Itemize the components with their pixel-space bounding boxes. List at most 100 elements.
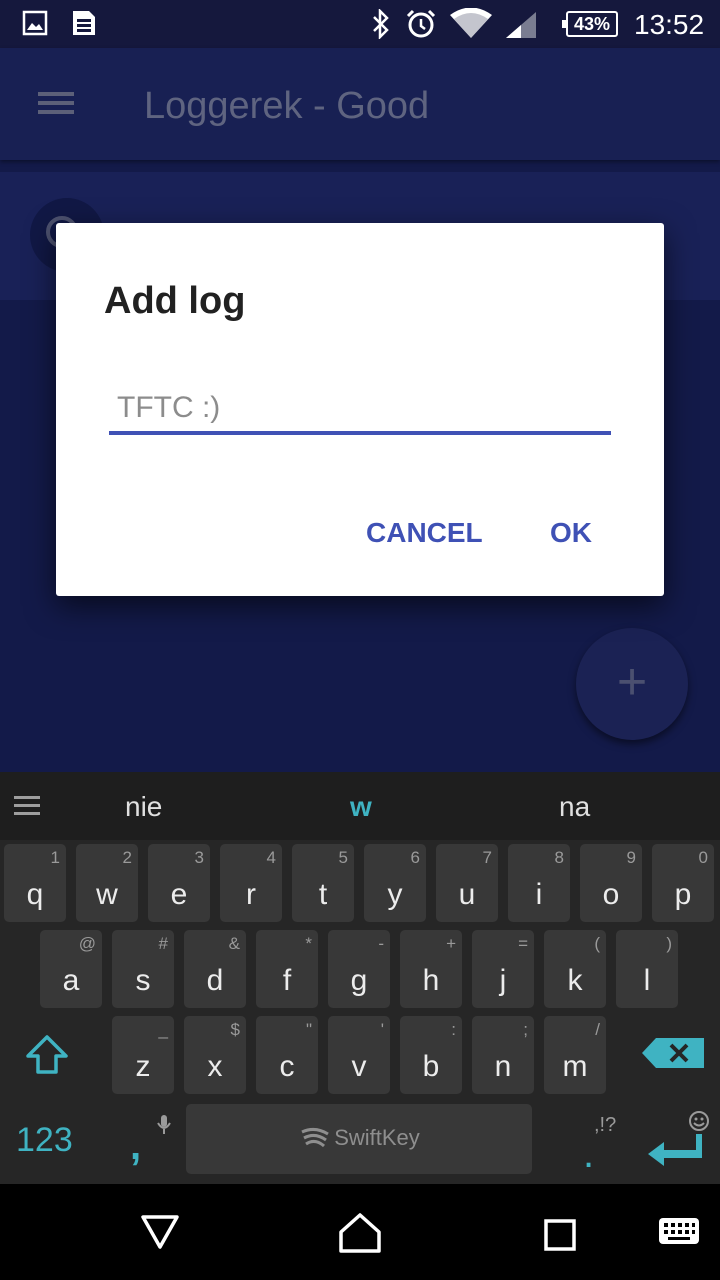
comma-key[interactable]: , bbox=[130, 1126, 141, 1166]
key-p[interactable]: 0p bbox=[652, 844, 714, 922]
key-u[interactable]: 7u bbox=[436, 844, 498, 922]
key-secondary-label: ( bbox=[594, 934, 600, 953]
key-b[interactable]: :b bbox=[400, 1016, 462, 1094]
key-k[interactable]: (k bbox=[544, 930, 606, 1008]
backspace-icon[interactable] bbox=[640, 1036, 706, 1070]
key-secondary-label: + bbox=[446, 934, 456, 953]
signal-icon bbox=[506, 12, 536, 38]
key-label: o bbox=[602, 878, 620, 911]
numbers-key[interactable]: 123 bbox=[16, 1120, 73, 1160]
menu-icon[interactable] bbox=[36, 88, 76, 118]
key-label: p bbox=[674, 878, 692, 911]
key-z[interactable]: _ z bbox=[112, 1016, 174, 1094]
key-label: j bbox=[499, 964, 507, 997]
key-label: g bbox=[350, 964, 368, 997]
status-bar: 43% 13:52 bbox=[0, 0, 720, 48]
key-label: u bbox=[458, 878, 476, 911]
key-secondary-label: * bbox=[305, 934, 312, 953]
suggestion-left[interactable]: nie bbox=[125, 790, 162, 824]
key-q[interactable]: 1q bbox=[4, 844, 66, 922]
enter-icon[interactable] bbox=[646, 1132, 702, 1166]
key-label: v bbox=[351, 1050, 367, 1083]
key-o[interactable]: 9o bbox=[580, 844, 642, 922]
shift-icon[interactable] bbox=[24, 1034, 70, 1076]
key-secondary-label: 4 bbox=[266, 848, 276, 867]
key-secondary-label: = bbox=[518, 934, 528, 953]
task-list-icon bbox=[73, 11, 95, 35]
key-secondary-label: 3 bbox=[194, 848, 204, 867]
key-f[interactable]: * f bbox=[256, 930, 318, 1008]
key-w[interactable]: 2w bbox=[76, 844, 138, 922]
key-label: s bbox=[135, 964, 151, 997]
key-secondary-label: # bbox=[158, 934, 168, 953]
key-secondary-label: 6 bbox=[410, 848, 420, 867]
key-v[interactable]: ' v bbox=[328, 1016, 390, 1094]
key-c[interactable]: " c bbox=[256, 1016, 318, 1094]
bluetooth-icon bbox=[373, 9, 389, 39]
key-secondary-label: 5 bbox=[338, 848, 348, 867]
key-secondary-label: 2 bbox=[122, 848, 132, 867]
back-icon[interactable] bbox=[140, 1214, 180, 1250]
space-key-label: SwiftKey bbox=[334, 1125, 420, 1150]
period-key-secondary: ,!? bbox=[594, 1114, 617, 1136]
key-i[interactable]: 8i bbox=[508, 844, 570, 922]
key-n[interactable]: ; n bbox=[472, 1016, 534, 1094]
key-label: b bbox=[422, 1050, 440, 1083]
microphone-icon bbox=[157, 1115, 171, 1134]
home-icon[interactable] bbox=[338, 1212, 382, 1254]
key-label: h bbox=[422, 964, 440, 997]
navigation-bar bbox=[0, 1184, 720, 1280]
key-g[interactable]: -g bbox=[328, 930, 390, 1008]
emoji-icon[interactable] bbox=[688, 1110, 710, 1132]
log-text-input[interactable] bbox=[109, 385, 611, 435]
period-key[interactable]: ,!? . bbox=[583, 1114, 630, 1174]
key-secondary-label: 7 bbox=[482, 848, 492, 867]
key-a[interactable]: @ a bbox=[40, 930, 102, 1008]
ok-button[interactable]: OK bbox=[550, 511, 592, 555]
toolbar: Loggerek - Good bbox=[0, 48, 720, 160]
key-secondary-label: _ bbox=[158, 1020, 168, 1039]
space-key[interactable]: SwiftKey bbox=[186, 1104, 532, 1174]
period-key-primary: . bbox=[583, 1132, 595, 1176]
key-x[interactable]: $ x bbox=[184, 1016, 246, 1094]
recents-icon[interactable] bbox=[543, 1218, 577, 1252]
alarm-icon bbox=[406, 9, 436, 38]
key-secondary-label: / bbox=[595, 1020, 600, 1039]
key-e[interactable]: 3e bbox=[148, 844, 210, 922]
key-d[interactable]: & d bbox=[184, 930, 246, 1008]
key-secondary-label: 1 bbox=[50, 848, 60, 867]
key-t[interactable]: 5t bbox=[292, 844, 354, 922]
key-secondary-label: ) bbox=[666, 934, 672, 953]
dialog-title: Add log bbox=[104, 280, 246, 322]
key-y[interactable]: 6y bbox=[364, 844, 426, 922]
key-secondary-label: @ bbox=[78, 934, 96, 953]
add-button[interactable]: + bbox=[576, 628, 688, 740]
key-label: d bbox=[206, 964, 224, 997]
wifi-icon bbox=[450, 8, 492, 38]
cancel-button[interactable]: CANCEL bbox=[366, 511, 483, 555]
key-secondary-label: 9 bbox=[626, 848, 636, 867]
key-label: n bbox=[494, 1050, 512, 1083]
keyboard-switch-icon[interactable] bbox=[658, 1216, 700, 1246]
key-secondary-label: : bbox=[451, 1020, 456, 1039]
key-secondary-label: ; bbox=[523, 1020, 528, 1039]
key-secondary-label: " bbox=[305, 1020, 312, 1039]
key-secondary-label: 8 bbox=[554, 848, 564, 867]
key-label: l bbox=[643, 964, 651, 997]
key-h[interactable]: + h bbox=[400, 930, 462, 1008]
gallery-icon bbox=[22, 10, 48, 36]
key-label: i bbox=[535, 878, 543, 911]
app-title: Loggerek - Good bbox=[144, 85, 430, 127]
key-m[interactable]: / m bbox=[544, 1016, 606, 1094]
keyboard-menu-icon[interactable] bbox=[14, 794, 40, 818]
key-r[interactable]: 4r bbox=[220, 844, 282, 922]
key-label: m bbox=[562, 1050, 588, 1083]
key-j[interactable]: = j bbox=[472, 930, 534, 1008]
key-label: e bbox=[170, 878, 188, 911]
add-log-dialog: Add log CANCEL OK bbox=[56, 223, 664, 596]
suggestion-right[interactable]: na bbox=[559, 790, 590, 824]
key-label: q bbox=[26, 878, 44, 911]
suggestion-center[interactable]: w bbox=[350, 790, 372, 824]
key-l[interactable]: ) l bbox=[616, 930, 678, 1008]
key-s[interactable]: # s bbox=[112, 930, 174, 1008]
